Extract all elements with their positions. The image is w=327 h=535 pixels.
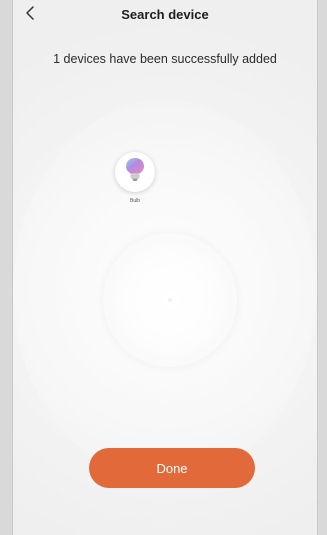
light-bulb-icon [124,157,146,188]
done-button[interactable]: Done [89,448,255,488]
page-title: Search device [121,7,209,22]
scan-center-dot [168,298,172,302]
status-message: 1 devices have been successfully added [53,52,277,66]
device-item-bulb[interactable]: Bulb [113,152,157,204]
device-label: Bulb [129,198,140,204]
nav-bar: Search device [13,0,317,30]
device-icon-container [115,152,155,192]
search-device-screen: Search device 1 devices have been succes… [12,0,318,535]
scan-radar-circle [103,233,237,367]
